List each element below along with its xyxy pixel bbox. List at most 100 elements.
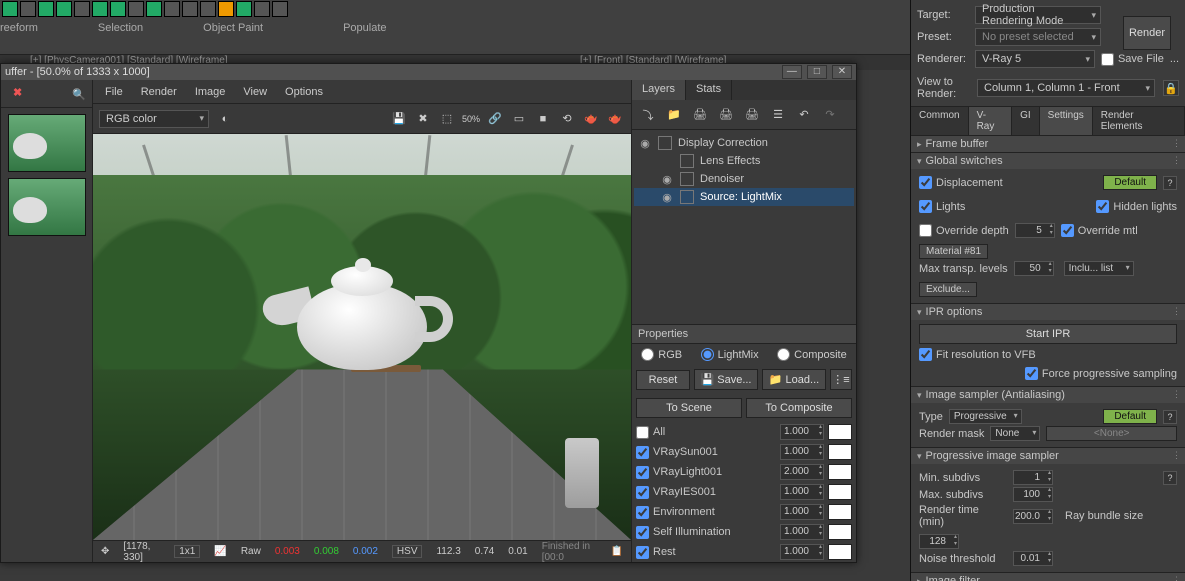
tool-icon[interactable] [182,1,198,17]
folder-icon[interactable]: 📁 [664,105,684,125]
tool-icon[interactable] [272,1,288,17]
light-multiplier[interactable]: 1.000 [780,524,824,540]
rollout-frame-buffer[interactable]: Frame buffer⋮ [911,136,1185,152]
tab-stats[interactable]: Stats [686,80,732,100]
light-color-swatch[interactable] [828,424,852,440]
layer-row[interactable]: ◉Display Correction [634,134,854,152]
teapot-render-icon[interactable]: 🫖 [581,109,601,129]
menu-render[interactable]: Render [141,86,177,98]
visibility-icon[interactable]: ◉ [660,191,674,204]
radio-composite[interactable]: Composite [777,348,847,361]
default-button[interactable]: Default [1103,409,1157,424]
tool-icon[interactable] [110,1,126,17]
tab-render-elements[interactable]: Render Elements [1093,107,1185,135]
light-color-swatch[interactable] [828,464,852,480]
load-button[interactable]: 📁 Load... [762,369,826,390]
hidden-lights-checkbox[interactable]: Hidden lights [1096,200,1177,213]
light-multiplier[interactable]: 2.000 [780,464,824,480]
light-enable-checkbox[interactable] [636,426,649,439]
max-subdivs-value[interactable]: 100 [1013,487,1053,502]
clear-icon[interactable]: ✖ [413,109,433,129]
start-ipr-button[interactable]: Start IPR [919,324,1177,344]
layer-row[interactable]: ◉Denoiser [634,170,854,188]
tool-icon[interactable] [254,1,270,17]
override-depth-value[interactable]: 5 [1015,223,1055,238]
light-enable-checkbox[interactable] [636,506,649,519]
curve-icon[interactable]: 📈 [214,546,226,557]
to-composite-button[interactable]: To Composite [746,398,852,418]
layer-row[interactable]: ◉Source: LightMix [634,188,854,206]
mask-none-button[interactable]: <None> [1046,426,1177,441]
browse-button[interactable]: ... [1170,53,1179,65]
include-list-dropdown[interactable]: Inclu... list [1064,261,1134,276]
tool-icon[interactable] [92,1,108,17]
hsv-label[interactable]: HSV [392,545,423,558]
light-enable-checkbox[interactable] [636,546,649,559]
render-button[interactable]: Render [1123,16,1171,50]
tool-icon[interactable] [38,1,54,17]
render-time-value[interactable]: 200.0 [1013,509,1053,524]
help-icon[interactable]: ? [1163,176,1177,190]
light-multiplier[interactable]: 1.000 [780,544,824,560]
sampler-type-dropdown[interactable]: Progressive [949,409,1022,424]
light-color-swatch[interactable] [828,524,852,540]
tool-icon[interactable] [56,1,72,17]
teapot-ipr-icon[interactable]: 🫖 [605,109,625,129]
light-color-swatch[interactable] [828,544,852,560]
light-enable-checkbox[interactable] [636,526,649,539]
history-thumbnail[interactable] [8,178,86,236]
renderer-dropdown[interactable]: V-Ray 5 [975,50,1095,68]
menu-file[interactable]: File [105,86,123,98]
savefile-checkbox[interactable]: Save File [1101,53,1164,66]
layer-row[interactable]: Lens Effects [634,152,854,170]
exclude-button[interactable]: Exclude... [919,282,977,297]
light-enable-checkbox[interactable] [636,446,649,459]
tab-layers[interactable]: Layers [632,80,686,100]
tool-icon[interactable] [236,1,252,17]
tool-icon[interactable] [2,1,18,17]
view-dropdown[interactable]: Column 1, Column 1 - Front [977,79,1155,97]
close-button[interactable]: ✕ [832,65,852,79]
preset-icon[interactable]: 🖨 [716,105,736,125]
preset-dropdown[interactable]: No preset selected [975,28,1101,46]
target-dropdown[interactable]: Production Rendering Mode [975,6,1101,24]
compare-icon[interactable]: ⬚ [437,109,457,129]
render-viewport[interactable] [93,134,631,540]
help-icon[interactable]: ? [1163,471,1177,485]
add-layer-icon[interactable]: ⤵ [638,105,658,125]
rollout-image-sampler[interactable]: Image sampler (Antialiasing)⋮ [911,387,1185,403]
displacement-checkbox[interactable]: Displacement [919,176,1003,189]
undo-icon[interactable]: ↶ [794,105,814,125]
tab-vray[interactable]: V-Ray [969,107,1013,135]
fit-resolution-checkbox[interactable]: Fit resolution to VFB [919,348,1036,361]
region-icon[interactable]: ▭ [509,109,529,129]
override-mtl-checkbox[interactable]: Override mtl [1061,224,1138,237]
radio-rgb[interactable]: RGB [641,348,682,361]
light-multiplier[interactable]: 1.000 [780,484,824,500]
render-mask-dropdown[interactable]: None [990,426,1040,441]
light-color-swatch[interactable] [828,504,852,520]
tool-icon[interactable] [146,1,162,17]
menu-options[interactable]: Options [285,86,323,98]
refresh-icon[interactable]: ⟲ [557,109,577,129]
light-multiplier[interactable]: 1.000 [780,504,824,520]
channel-dropdown[interactable]: RGB color [99,110,209,128]
rollout-ipr[interactable]: IPR options⋮ [911,304,1185,320]
stop-icon[interactable]: ■ [533,109,553,129]
light-enable-checkbox[interactable] [636,486,649,499]
help-icon[interactable]: ? [1163,410,1177,424]
tool-icon[interactable] [20,1,36,17]
lights-checkbox[interactable]: Lights [919,200,965,213]
preset-icon[interactable]: 🖨 [742,105,762,125]
preset-icon[interactable]: 🖨 [690,105,710,125]
tool-icon[interactable] [218,1,234,17]
light-enable-checkbox[interactable] [636,466,649,479]
search-icon[interactable]: 🔍 [72,88,86,101]
radio-lightmix[interactable]: LightMix [701,348,759,361]
material-button[interactable]: Material #81 [919,244,988,259]
redo-icon[interactable]: ↷ [820,105,840,125]
menu-image[interactable]: Image [195,86,226,98]
swatch-icon[interactable]: ◐ [215,109,235,129]
rollout-global-switches[interactable]: Global switches⋮ [911,153,1185,169]
tab-gi[interactable]: GI [1012,107,1040,135]
